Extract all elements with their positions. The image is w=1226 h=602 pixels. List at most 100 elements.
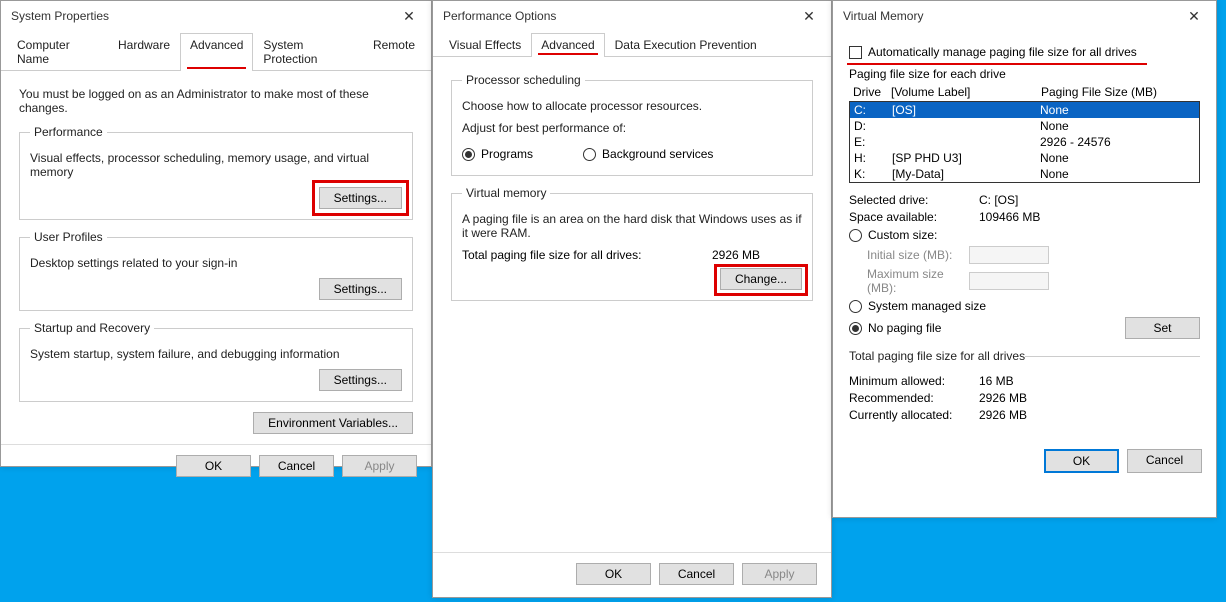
close-icon[interactable]: ✕ — [789, 1, 829, 31]
virtual-memory-dialog: Virtual Memory ✕ Automatically manage pa… — [832, 0, 1217, 518]
radio-label: Background services — [602, 147, 713, 161]
set-button[interactable]: Set — [1125, 317, 1200, 339]
radio-label: System managed size — [868, 299, 986, 313]
tab-content: Processor scheduling Choose how to alloc… — [433, 57, 831, 552]
radio-icon — [849, 229, 862, 242]
drive-row[interactable]: K:[My-Data]None — [850, 166, 1199, 182]
titlebar: Performance Options ✕ — [433, 1, 831, 31]
selected-drive-label: Selected drive: — [849, 193, 979, 207]
dialog-title: Virtual Memory — [843, 9, 923, 23]
drive-row[interactable]: E:2926 - 24576 — [850, 134, 1199, 150]
tab-remote[interactable]: Remote — [363, 33, 425, 70]
totals-legend: Total paging file size for all drives — [849, 349, 1025, 363]
auto-manage-checkbox[interactable]: Automatically manage paging file size fo… — [849, 45, 1200, 59]
virtual-memory-group: Virtual memory A paging file is an area … — [451, 186, 813, 301]
drive-letter: D: — [854, 119, 892, 133]
tab-hardware[interactable]: Hardware — [108, 33, 180, 70]
space-available-value: 109466 MB — [979, 210, 1200, 224]
group-desc: System startup, system failure, and debu… — [30, 347, 402, 361]
cancel-button[interactable]: Cancel — [659, 563, 734, 585]
tab-content: You must be logged on as an Administrato… — [1, 71, 431, 444]
initial-size-input[interactable] — [969, 246, 1049, 264]
drive-letter: C: — [854, 103, 892, 117]
totals-group: Total paging file size for all drives Mi… — [849, 349, 1200, 425]
group-desc: Choose how to allocate processor resourc… — [462, 99, 802, 113]
ok-button[interactable]: OK — [576, 563, 651, 585]
ok-button[interactable]: OK — [1044, 449, 1119, 473]
drive-size: None — [1040, 167, 1195, 181]
group-legend: Virtual memory — [462, 186, 550, 200]
radio-icon — [849, 300, 862, 313]
startup-settings-button[interactable]: Settings... — [319, 369, 402, 391]
cur-label: Currently allocated: — [849, 408, 979, 422]
col-size: Paging File Size (MB) — [1041, 85, 1196, 99]
drive-size: 2926 - 24576 — [1040, 135, 1195, 149]
background-services-radio[interactable]: Background services — [583, 147, 713, 161]
drive-row[interactable]: C:[OS]None — [850, 102, 1199, 118]
system-properties-dialog: System Properties ✕ Computer NameHardwar… — [0, 0, 432, 467]
drive-row[interactable]: D: None — [850, 118, 1199, 134]
min-label: Minimum allowed: — [849, 374, 979, 388]
radio-icon — [849, 322, 862, 335]
drive-size: None — [1040, 103, 1195, 117]
cur-value: 2926 MB — [979, 408, 1200, 422]
profiles-settings-button[interactable]: Settings... — [319, 278, 402, 300]
group-desc: A paging file is an area on the hard dis… — [462, 212, 802, 240]
rec-value: 2926 MB — [979, 391, 1200, 405]
checkbox-label: Automatically manage paging file size fo… — [868, 45, 1137, 59]
tab-advanced[interactable]: Advanced — [531, 33, 604, 57]
drive-label: [My-Data] — [892, 167, 1040, 181]
drive-list-header: Drive [Volume Label] Paging File Size (M… — [849, 83, 1200, 101]
tab-system-protection[interactable]: System Protection — [253, 33, 363, 70]
vm-content: Automatically manage paging file size fo… — [833, 31, 1216, 439]
tab-visual-effects[interactable]: Visual Effects — [439, 33, 531, 56]
startup-recovery-group: Startup and Recovery System startup, sys… — [19, 321, 413, 402]
cancel-button[interactable]: Cancel — [1127, 449, 1202, 473]
custom-size-radio[interactable]: Custom size: — [849, 228, 1200, 242]
drive-letter: H: — [854, 151, 892, 165]
system-managed-radio[interactable]: System managed size — [849, 299, 1200, 313]
performance-settings-button[interactable]: Settings... — [319, 187, 402, 209]
change-button[interactable]: Change... — [720, 268, 802, 290]
no-paging-file-radio[interactable]: No paging file — [849, 321, 1125, 335]
apply-button[interactable]: Apply — [342, 455, 417, 477]
close-icon[interactable]: ✕ — [389, 1, 429, 31]
drive-row[interactable]: H:[SP PHD U3]None — [850, 150, 1199, 166]
drive-label: [OS] — [892, 103, 1040, 117]
drive-label — [892, 119, 1040, 133]
group-legend: Performance — [30, 125, 107, 139]
total-paging-label: Total paging file size for all drives: — [462, 248, 712, 262]
radio-label: Custom size: — [868, 228, 937, 242]
drive-label: [SP PHD U3] — [892, 151, 1040, 165]
dialog-title: Performance Options — [443, 9, 556, 23]
programs-radio[interactable]: Programs — [462, 147, 533, 161]
tab-strip: Visual EffectsAdvancedData Execution Pre… — [433, 31, 831, 57]
drive-size: None — [1040, 119, 1195, 133]
environment-variables-button[interactable]: Environment Variables... — [253, 412, 413, 434]
apply-button[interactable]: Apply — [742, 563, 817, 585]
group-desc: Visual effects, processor scheduling, me… — [30, 151, 402, 179]
radio-label: Programs — [481, 147, 533, 161]
tab-data-execution-prevention[interactable]: Data Execution Prevention — [605, 33, 767, 56]
col-drive: Drive — [853, 85, 891, 99]
maximum-size-input[interactable] — [969, 272, 1049, 290]
tab-advanced[interactable]: Advanced — [180, 33, 253, 71]
group-legend: User Profiles — [30, 230, 107, 244]
dialog-buttons: OK Cancel Apply — [433, 552, 831, 595]
cancel-button[interactable]: Cancel — [259, 455, 334, 477]
col-label: [Volume Label] — [891, 85, 1041, 99]
tab-computer-name[interactable]: Computer Name — [7, 33, 108, 70]
group-legend: Startup and Recovery — [30, 321, 154, 335]
drive-list[interactable]: C:[OS]NoneD:NoneE:2926 - 24576H:[SP PHD … — [849, 101, 1200, 183]
radio-icon — [583, 148, 596, 161]
space-available-label: Space available: — [849, 210, 979, 224]
drive-letter: K: — [854, 167, 892, 181]
dialog-buttons: OK Cancel — [833, 439, 1216, 483]
dialog-buttons: OK Cancel Apply — [1, 444, 431, 487]
group-desc: Desktop settings related to your sign-in — [30, 256, 402, 270]
radio-icon — [462, 148, 475, 161]
admin-note: You must be logged on as an Administrato… — [19, 87, 413, 115]
close-icon[interactable]: ✕ — [1174, 1, 1214, 31]
ok-button[interactable]: OK — [176, 455, 251, 477]
total-paging-value: 2926 MB — [712, 248, 802, 262]
